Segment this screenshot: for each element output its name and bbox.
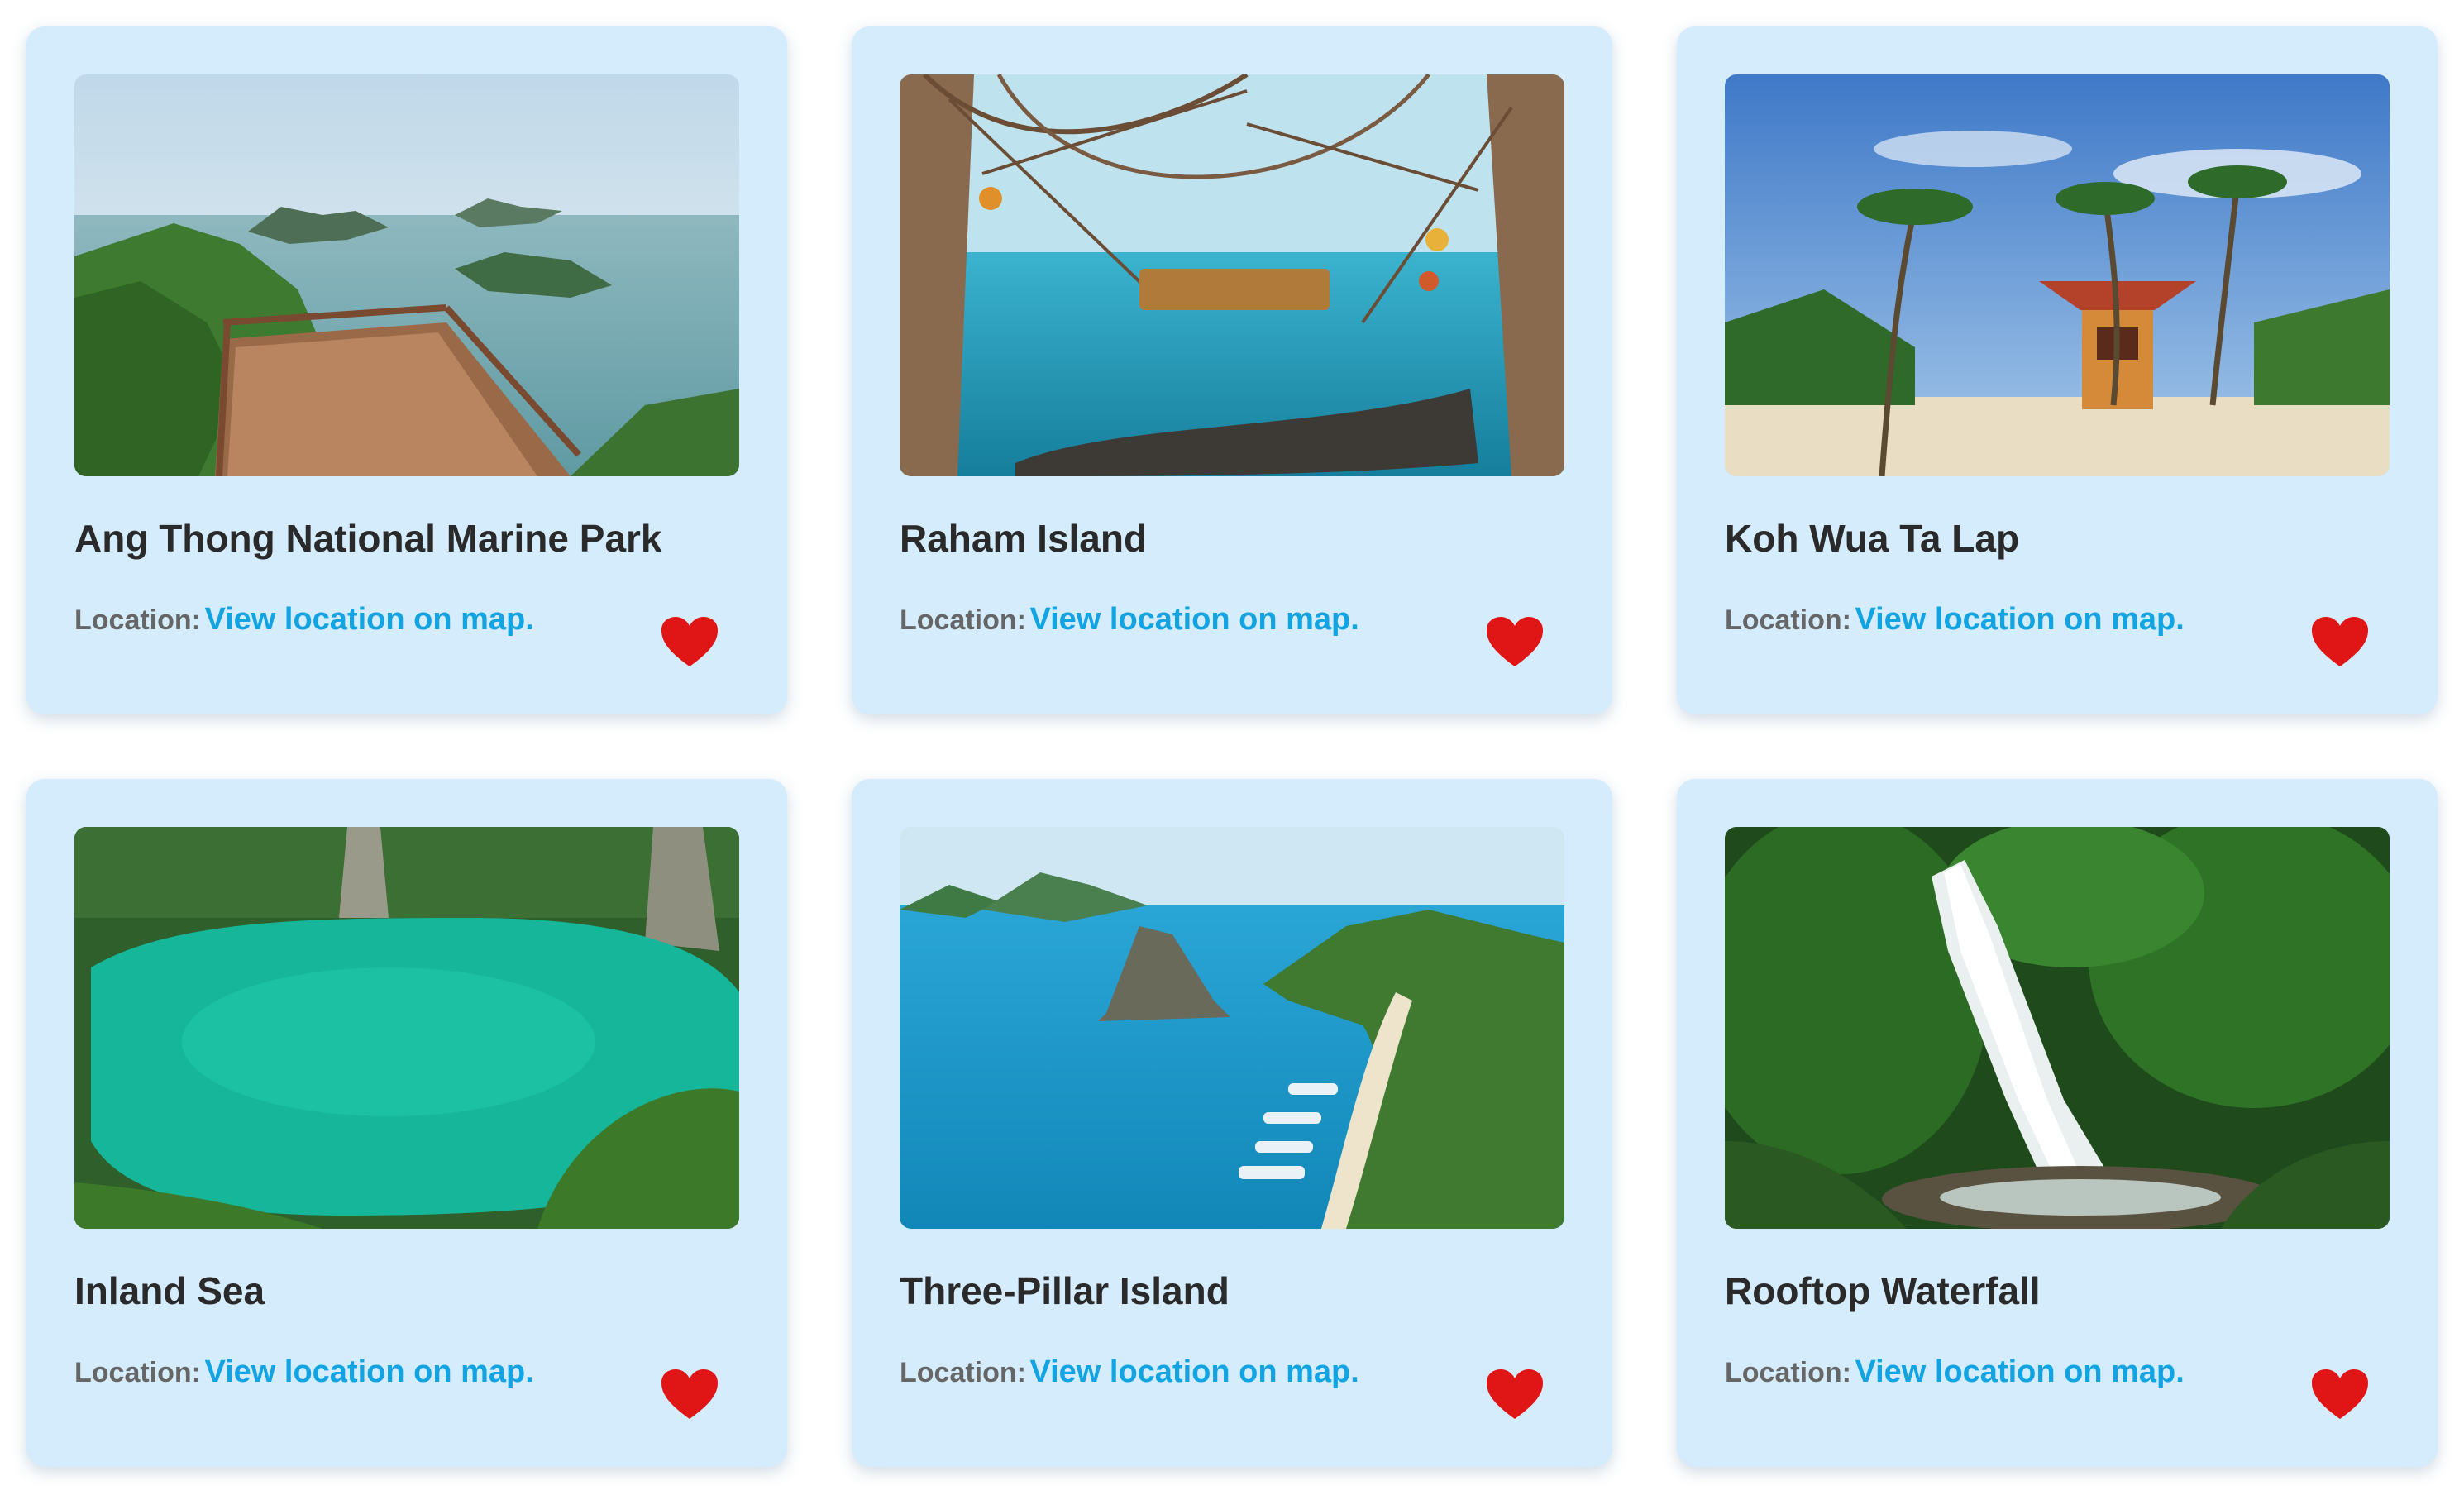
attraction-title: Inland Sea (74, 1269, 265, 1312)
heart-icon[interactable] (1485, 1368, 1545, 1421)
view-location-link[interactable]: View location on map. (204, 602, 533, 637)
location-label: Location: (900, 604, 1026, 636)
attraction-photo[interactable] (900, 827, 1564, 1229)
heart-icon[interactable] (2310, 615, 2370, 668)
view-location-link[interactable]: View location on map. (1029, 1354, 1359, 1389)
attraction-photo[interactable] (1725, 827, 2390, 1229)
location-row: Location: View location on map. (900, 602, 1359, 638)
heart-icon[interactable] (1485, 615, 1545, 668)
attraction-card: Ang Thong National Marine Park Location:… (26, 26, 787, 714)
attraction-card: Raham Island Location: View location on … (852, 26, 1612, 714)
view-location-link[interactable]: View location on map. (1855, 1354, 2184, 1389)
heart-icon[interactable] (660, 1368, 719, 1421)
attraction-card: Three-Pillar Island Location: View locat… (852, 779, 1612, 1467)
attraction-photo[interactable] (74, 827, 739, 1229)
attraction-title: Rooftop Waterfall (1725, 1269, 2041, 1312)
attraction-card: Koh Wua Ta Lap Location: View location o… (1677, 26, 2438, 714)
attraction-title: Raham Island (900, 517, 1148, 560)
location-label: Location: (1725, 604, 1851, 636)
attraction-photo[interactable] (74, 74, 739, 476)
attraction-card: Inland Sea Location: View location on ma… (26, 779, 787, 1467)
view-location-link[interactable]: View location on map. (1029, 602, 1359, 637)
location-row: Location: View location on map. (74, 602, 534, 638)
view-location-link[interactable]: View location on map. (1855, 602, 2184, 637)
location-row: Location: View location on map. (900, 1354, 1359, 1390)
attraction-title: Koh Wua Ta Lap (1725, 517, 2020, 560)
heart-icon[interactable] (2310, 1368, 2370, 1421)
location-row: Location: View location on map. (74, 1354, 534, 1390)
view-location-link[interactable]: View location on map. (204, 1354, 533, 1389)
attraction-title: Three-Pillar Island (900, 1269, 1230, 1312)
location-label: Location: (74, 1357, 201, 1388)
attraction-card: Rooftop Waterfall Location: View locatio… (1677, 779, 2438, 1467)
attraction-title: Ang Thong National Marine Park (74, 517, 662, 560)
location-label: Location: (74, 604, 201, 636)
heart-icon[interactable] (660, 615, 719, 668)
attraction-photo[interactable] (900, 74, 1564, 476)
attraction-photo[interactable] (1725, 74, 2390, 476)
location-label: Location: (1725, 1357, 1851, 1388)
location-row: Location: View location on map. (1725, 602, 2185, 638)
attractions-grid: Ang Thong National Marine Park Location:… (26, 26, 2438, 1467)
location-row: Location: View location on map. (1725, 1354, 2185, 1390)
location-label: Location: (900, 1357, 1026, 1388)
